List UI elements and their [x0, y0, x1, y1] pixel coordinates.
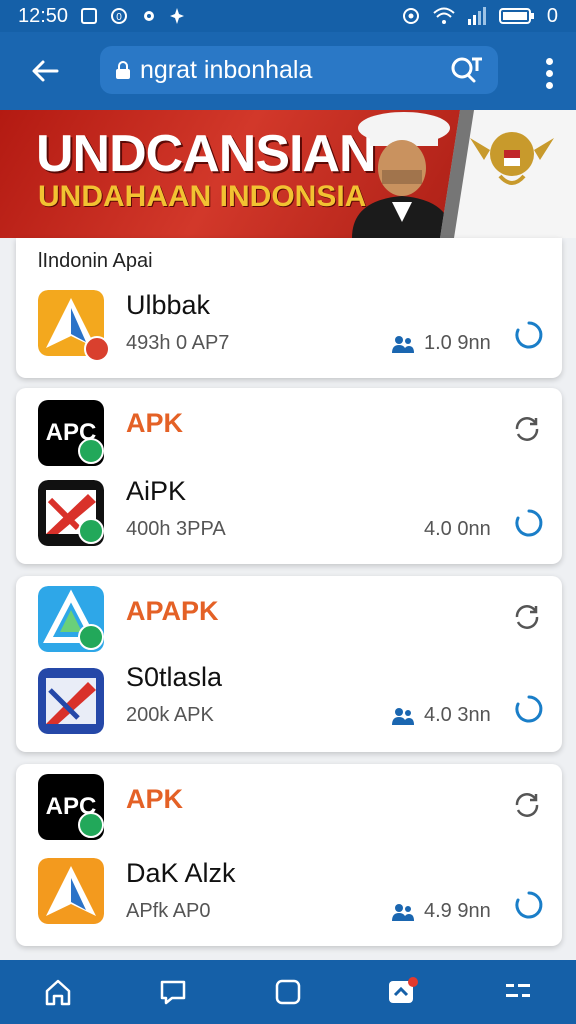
- badge-icon: [78, 812, 104, 838]
- app-meta: APfk AP0: [126, 900, 211, 922]
- developer-label: APAPK: [126, 596, 219, 626]
- app-icon[interactable]: [38, 668, 104, 734]
- wifi-icon: [433, 7, 455, 24]
- notification-icon: 0: [111, 8, 128, 24]
- badge-icon: [84, 336, 110, 362]
- progress-icon[interactable]: [514, 694, 544, 724]
- flag-emblem-image: [440, 110, 576, 238]
- app-card[interactable]: APAPK S0tlasla 200k APK 4.0 3nn: [16, 576, 562, 752]
- developer-label: APK: [126, 408, 184, 438]
- nav-notifications[interactable]: [383, 972, 423, 1012]
- notification-app-icon: [389, 977, 419, 1003]
- users-icon: [392, 336, 414, 353]
- app-card[interactable]: APC APK DaK Alzk APfk AP0 4.9 9nn: [16, 764, 562, 946]
- nav-menu[interactable]: [498, 972, 538, 1012]
- menu-icon: [506, 984, 531, 997]
- chat-icon: [160, 980, 186, 1005]
- nav-home[interactable]: [38, 972, 78, 1012]
- badge-icon: [78, 518, 104, 544]
- signal-icon: [467, 7, 486, 25]
- progress-icon[interactable]: [514, 320, 544, 350]
- status-bar: 12:50 0 0: [0, 0, 576, 32]
- user-count: 4.0 3nn: [424, 704, 491, 726]
- arrow-left-icon: [32, 60, 59, 82]
- users-icon: [392, 708, 414, 725]
- badge-icon: [78, 438, 104, 464]
- app-name: Ulbbak: [126, 290, 211, 320]
- square-icon: [275, 979, 301, 1005]
- refresh-icon[interactable]: [512, 602, 542, 632]
- spark-icon: [170, 8, 185, 24]
- nav-chat[interactable]: [153, 972, 193, 1012]
- progress-icon[interactable]: [514, 890, 544, 920]
- battery-level: 0: [546, 4, 558, 27]
- home-icon: [45, 979, 70, 1006]
- banner-title: UNDCANSIAN: [36, 125, 377, 183]
- settings-icon: [144, 11, 155, 21]
- user-count: 4.0 0nn: [424, 518, 491, 540]
- alarm-icon: [402, 8, 419, 24]
- user-count: 4.9 9nn: [424, 900, 491, 922]
- app-meta: 400h 3PPA: [126, 518, 226, 540]
- banner-subtitle: UNDAHAAN INDONSIA: [38, 180, 367, 213]
- developer-label: APK: [126, 784, 184, 814]
- lock-icon: [116, 61, 130, 79]
- progress-icon[interactable]: [514, 508, 544, 538]
- refresh-icon[interactable]: [512, 790, 542, 820]
- search-field[interactable]: ngrat inbonhala: [100, 46, 498, 94]
- app-name: AiPK: [126, 476, 187, 506]
- app-name: S0tlasla: [126, 662, 223, 692]
- svg-text:0: 0: [116, 12, 122, 23]
- app-card[interactable]: lIndonin Apai Ulbbak 493h 0 AP7 1.0 9nn: [16, 238, 562, 378]
- app-name: DaK Alzk: [126, 858, 236, 888]
- app-icon[interactable]: [38, 858, 104, 924]
- refresh-icon[interactable]: [512, 414, 542, 444]
- app-meta: 200k APK: [126, 704, 214, 726]
- nav-apps[interactable]: [268, 972, 308, 1012]
- app-card[interactable]: APC APK AiPK 400h 3PPA 4.0 0nn: [16, 388, 562, 564]
- search-text: ngrat inbonhala: [140, 55, 313, 84]
- app-bar: ngrat inbonhala: [0, 32, 576, 136]
- section-label: lIndonin Apai: [38, 250, 153, 272]
- bottom-navigation: [0, 960, 576, 1024]
- back-button[interactable]: [16, 42, 74, 100]
- promo-banner[interactable]: UNDCANSIAN UNDAHAAN INDONSIA: [0, 110, 576, 238]
- search-icon[interactable]: [450, 55, 484, 85]
- battery-icon: [498, 8, 534, 24]
- more-options-button[interactable]: [544, 58, 554, 89]
- status-time: 12:50: [18, 4, 69, 27]
- user-count: 1.0 9nn: [424, 332, 491, 354]
- users-icon: [392, 904, 414, 921]
- badge-icon: [78, 624, 104, 650]
- app-meta: 493h 0 AP7: [126, 332, 230, 354]
- screen-icon: [81, 8, 98, 24]
